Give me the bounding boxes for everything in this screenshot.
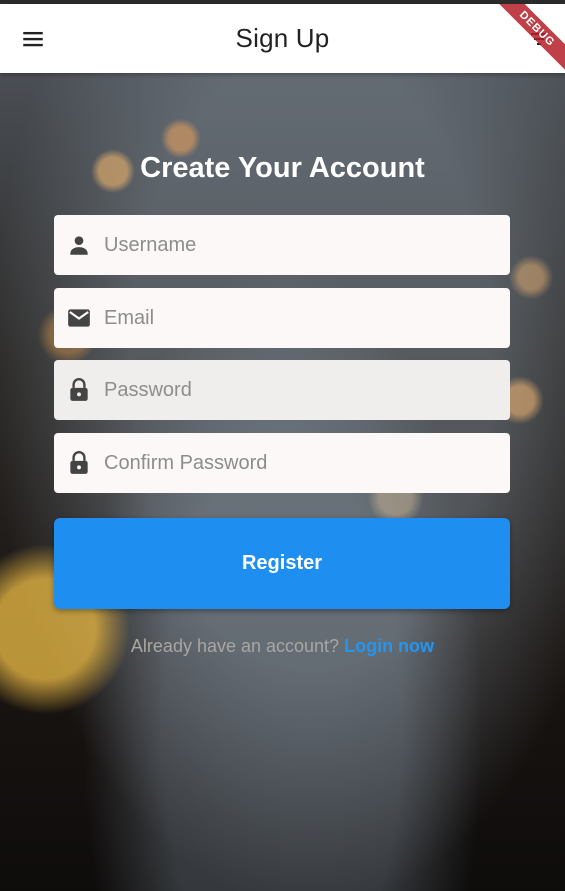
password-field[interactable] xyxy=(54,360,510,420)
email-input[interactable] xyxy=(104,306,484,330)
login-now-link[interactable]: Login now xyxy=(344,636,434,656)
username-input[interactable] xyxy=(104,233,484,257)
email-field[interactable] xyxy=(54,288,510,348)
lock-icon xyxy=(66,377,92,403)
confirm-password-input[interactable] xyxy=(104,451,484,475)
register-button[interactable]: Register xyxy=(54,518,510,609)
login-prompt-text: Already have an account? xyxy=(130,636,345,656)
username-field[interactable] xyxy=(54,215,510,275)
page-title: Sign Up xyxy=(235,23,330,53)
mail-icon xyxy=(66,305,92,331)
signup-screen: Sign Up DEBUG Create Your Account Userna… xyxy=(0,0,565,891)
filter-button[interactable] xyxy=(519,19,559,59)
person-icon xyxy=(66,232,92,258)
lock-icon xyxy=(66,450,92,476)
filter-icon xyxy=(531,33,547,45)
app-bar: Sign Up xyxy=(0,4,565,73)
form-heading: Create Your Account xyxy=(140,152,425,184)
password-input[interactable] xyxy=(104,378,484,402)
login-prompt: Already have an account? Login now xyxy=(0,636,565,657)
confirm-password-field[interactable] xyxy=(54,433,510,493)
